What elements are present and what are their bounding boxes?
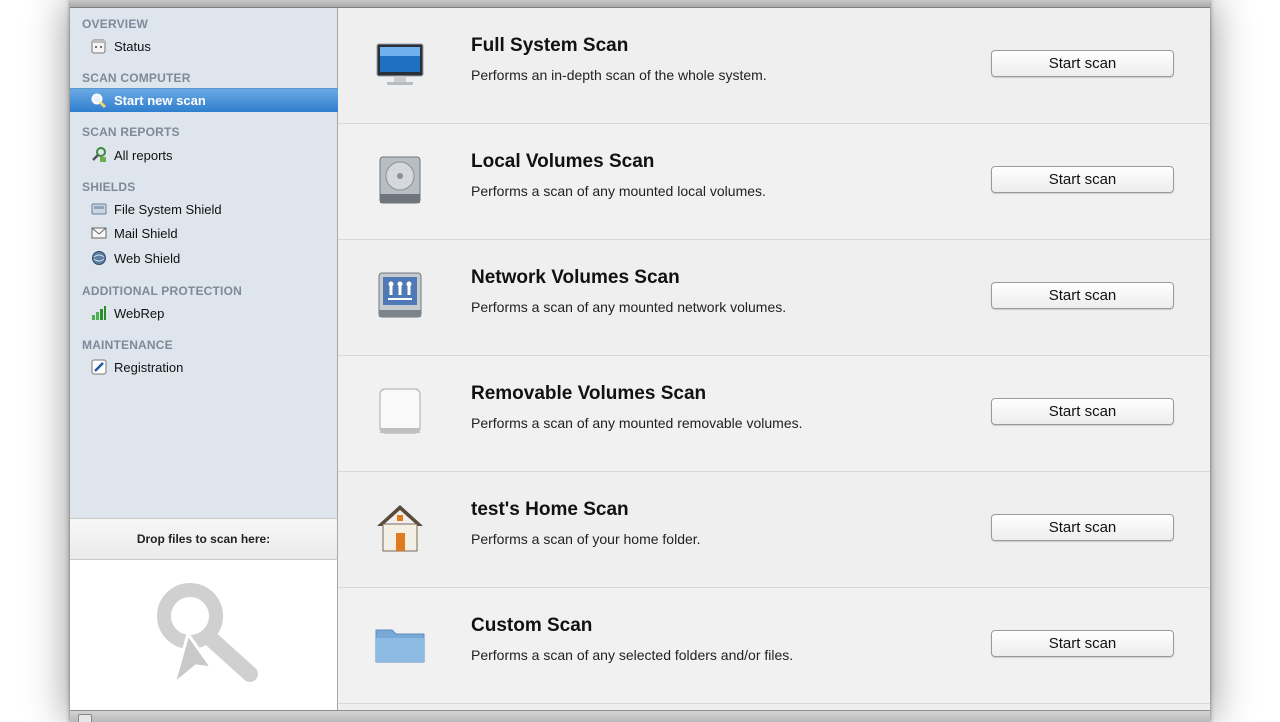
- mail-shield-icon: [90, 225, 107, 242]
- app-window: OVERVIEW Status SCAN COMPUTER Start new …: [70, 0, 1210, 722]
- sidebar-section-overview: OVERVIEW: [82, 17, 149, 31]
- sidebar-item-web-shield[interactable]: Web Shield: [70, 246, 338, 270]
- removable-drive-icon: [379, 388, 421, 434]
- sidebar-item-file-system-shield[interactable]: File System Shield: [70, 197, 338, 221]
- scan-description: Performs a scan of any mounted removable…: [471, 415, 803, 431]
- start-scan-button-full-system[interactable]: Start scan: [991, 50, 1174, 77]
- action-button[interactable]: [78, 714, 92, 722]
- drop-zone-label: Drop files to scan here:: [136, 532, 271, 546]
- scan-title: Full System Scan: [471, 35, 629, 56]
- scan-title: Local Volumes Scan: [471, 151, 655, 172]
- sidebar-item-label: File System Shield: [114, 201, 222, 217]
- sidebar-section-maintenance: MAINTENANCE: [82, 338, 173, 352]
- scan-row-custom: Custom Scan Performs a scan of any selec…: [338, 588, 1210, 704]
- scan-row-removable-volumes: Removable Volumes Scan Performs a scan o…: [338, 356, 1210, 472]
- scan-description: Performs a scan of any mounted local vol…: [471, 183, 766, 199]
- sidebar-item-label: Status: [114, 38, 151, 54]
- start-scan-button-home[interactable]: Start scan: [991, 514, 1174, 541]
- sidebar-item-webrep[interactable]: WebRep: [70, 301, 338, 325]
- scan-row-local-volumes: Local Volumes Scan Performs a scan of an…: [338, 124, 1210, 240]
- title-bar: [70, 0, 1210, 8]
- sidebar: OVERVIEW Status SCAN COMPUTER Start new …: [70, 8, 338, 518]
- calendar-icon: [90, 38, 107, 55]
- webrep-bars-icon: [90, 305, 107, 322]
- hard-drive-icon: [379, 156, 421, 204]
- folder-icon: [375, 629, 425, 663]
- sidebar-item-mail-shield[interactable]: Mail Shield: [70, 221, 338, 245]
- status-bar: [70, 710, 1210, 722]
- scan-row-network-volumes: Network Volumes Scan Performs a scan of …: [338, 240, 1210, 356]
- start-scan-button-local-volumes[interactable]: Start scan: [991, 166, 1174, 193]
- start-scan-button-custom[interactable]: Start scan: [991, 630, 1174, 657]
- sidebar-item-label: Registration: [114, 359, 184, 375]
- scan-title: Custom Scan: [471, 615, 593, 636]
- scan-description: Performs an in-depth scan of the whole s…: [471, 67, 767, 83]
- scan-description: Performs a scan of your home folder.: [471, 531, 701, 547]
- sidebar-item-label: Web Shield: [114, 250, 181, 266]
- sidebar-item-registration[interactable]: Registration: [70, 355, 338, 379]
- network-drive-icon: [378, 272, 422, 318]
- scan-description: Performs a scan of any mounted network v…: [471, 299, 787, 315]
- drop-scan-icon: [157, 583, 258, 688]
- reports-icon: [90, 147, 107, 164]
- magnifier-icon: [90, 92, 107, 109]
- home-icon: [377, 505, 423, 552]
- sidebar-section-scan-computer: SCAN COMPUTER: [82, 71, 191, 85]
- scan-list: Full System Scan Performs an in-depth sc…: [338, 8, 1210, 710]
- sidebar-item-all-reports[interactable]: All reports: [70, 143, 338, 167]
- sidebar-item-start-new-scan[interactable]: Start new scan: [70, 88, 338, 112]
- drop-zone[interactable]: [70, 560, 338, 710]
- sidebar-item-status[interactable]: Status: [70, 34, 338, 58]
- scan-description: Performs a scan of any selected folders …: [471, 647, 794, 663]
- scan-row-home: test's Home Scan Performs a scan of your…: [338, 472, 1210, 588]
- sidebar-item-label: All reports: [114, 147, 173, 163]
- scan-title: Network Volumes Scan: [471, 267, 680, 288]
- scan-row-full-system: Full System Scan Performs an in-depth sc…: [338, 8, 1210, 124]
- sidebar-item-label: Start new scan: [114, 93, 206, 108]
- scan-title: test's Home Scan: [471, 499, 629, 520]
- file-system-shield-icon: [90, 201, 107, 218]
- drop-zone-header: Drop files to scan here:: [70, 518, 338, 560]
- computer-monitor-icon: [376, 43, 424, 85]
- sidebar-item-label: Mail Shield: [114, 225, 178, 241]
- sidebar-item-label: WebRep: [114, 305, 165, 321]
- sidebar-section-shields: SHIELDS: [82, 180, 136, 194]
- scan-title: Removable Volumes Scan: [471, 383, 707, 404]
- start-scan-button-removable-volumes[interactable]: Start scan: [991, 398, 1174, 425]
- start-scan-button-network-volumes[interactable]: Start scan: [991, 282, 1174, 309]
- sidebar-section-additional-protection: ADDITIONAL PROTECTION: [82, 284, 242, 298]
- pencil-icon: [90, 359, 107, 376]
- web-shield-icon: [90, 250, 107, 267]
- sidebar-section-scan-reports: SCAN REPORTS: [82, 125, 180, 139]
